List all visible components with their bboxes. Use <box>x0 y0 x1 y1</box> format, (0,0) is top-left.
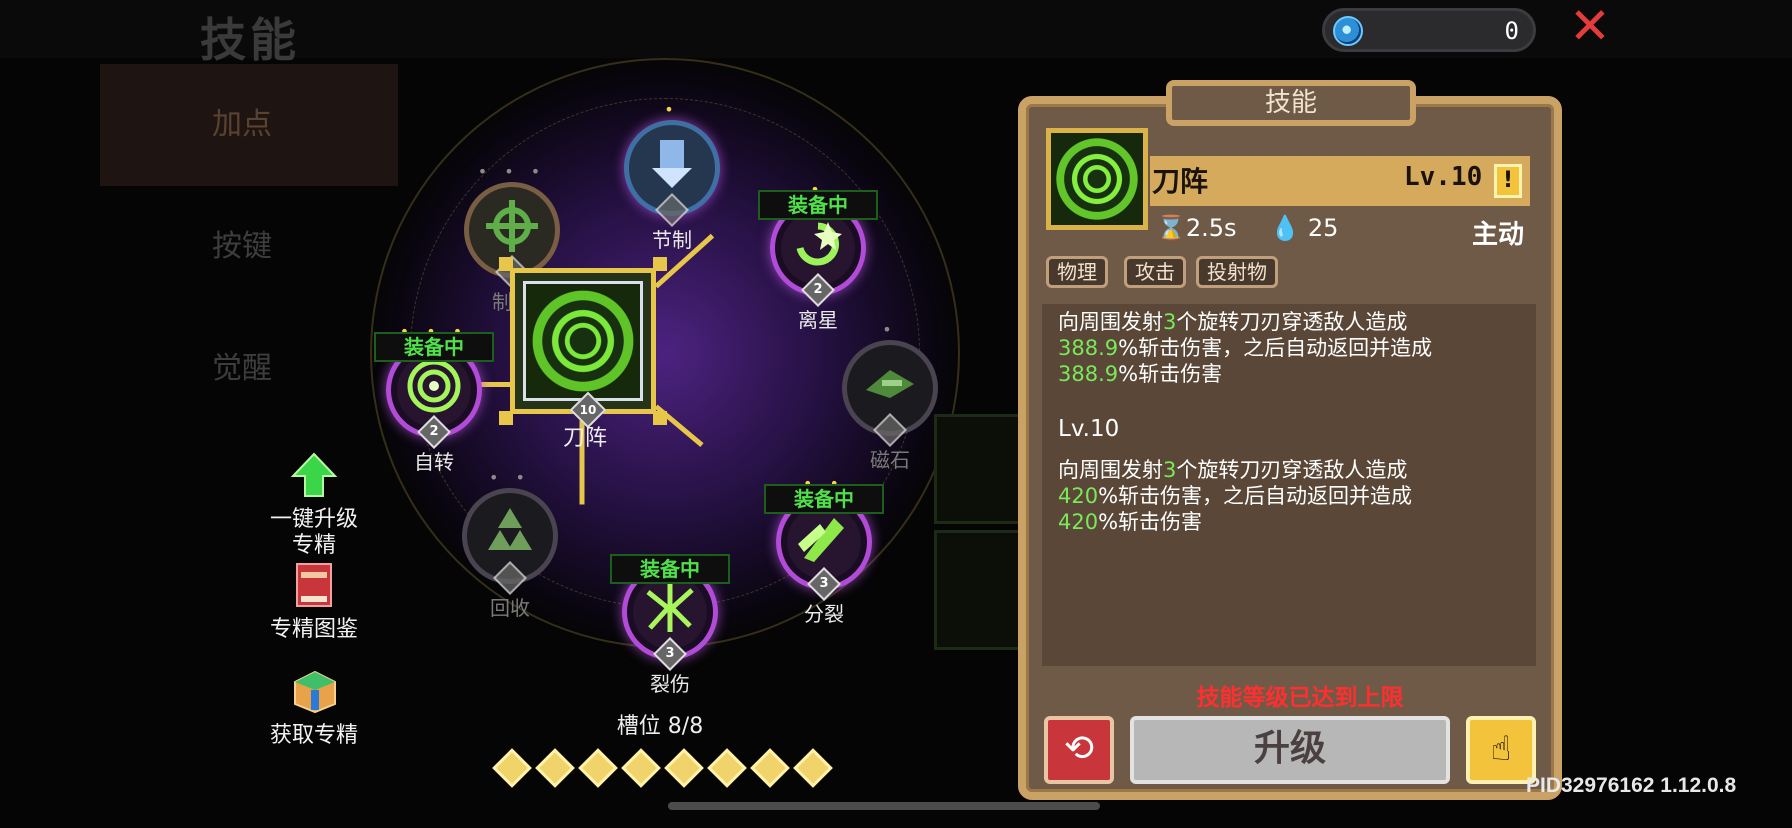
slot-gem <box>621 748 661 788</box>
split-blade-icon <box>798 518 844 562</box>
spiral-icon <box>407 359 461 413</box>
skill-type: 主动 <box>1472 220 1525 250</box>
upgrade-button[interactable]: 升级 <box>1130 716 1450 784</box>
sidebar-item-label: 按键 <box>212 229 272 264</box>
slot-gem <box>578 748 618 788</box>
sidebar: 加点 按键 觉醒 <box>100 64 398 430</box>
node-dots: • • <box>489 468 531 487</box>
slot-gem <box>707 748 747 788</box>
skill-node-rotation[interactable]: • • • 装备中 2 自转 <box>374 322 494 474</box>
equipped-badge: 装备中 <box>758 190 878 220</box>
node-dots: • <box>882 320 898 339</box>
node-dots: • <box>664 100 680 119</box>
center-skill-blade-array[interactable]: 10 <box>499 257 667 429</box>
page-title: 技能 <box>200 13 300 67</box>
tag-projectile: 投射物 <box>1196 256 1278 288</box>
refresh-icon: ⟲ <box>1063 728 1095 769</box>
skill-node-magnet[interactable]: • 磁石 <box>842 320 938 472</box>
exclamation-icon[interactable]: ! <box>1494 164 1522 198</box>
tag-physical: 物理 <box>1046 256 1108 288</box>
skill-tree: • 节制 • • • 制导 • 装备中 2 离星 • • • 装备中 2 自转 … <box>360 58 980 704</box>
orbit-star-icon <box>796 222 842 266</box>
sidebar-item-label: 加点 <box>212 107 272 142</box>
close-button[interactable]: ✕ <box>1566 1 1614 52</box>
refresh-button[interactable]: ⟲ <box>1044 716 1114 784</box>
slot-gem <box>664 748 704 788</box>
close-x-icon: ✕ <box>1569 0 1611 55</box>
down-arrow-icon <box>652 140 692 188</box>
laceration-icon <box>646 584 694 632</box>
skill-node-split[interactable]: • • 装备中 3 分裂 <box>764 474 884 626</box>
slot-gem <box>535 748 575 788</box>
node-name: 分裂 <box>804 602 844 626</box>
skill-name: 刀阵 <box>1152 165 1209 198</box>
sidebar-item-points[interactable]: 加点 <box>100 64 398 186</box>
node-name: 回收 <box>490 596 530 620</box>
node-dots: • • • <box>477 162 547 181</box>
tag-attack: 攻击 <box>1124 256 1186 288</box>
skill-node-laceration[interactable]: 装备中 3 裂伤 <box>610 554 730 696</box>
slot-count: 槽位 8/8 <box>616 714 704 739</box>
acquire-label: 获取专精 <box>269 723 358 748</box>
sidebar-item-keys[interactable]: 按键 <box>100 186 398 308</box>
node-name: 节制 <box>652 228 692 252</box>
hourglass-icon: ⌛ <box>1156 214 1186 242</box>
sidebar-item-awaken[interactable]: 觉醒 <box>100 308 398 430</box>
background-card <box>934 414 1030 524</box>
slot-gem <box>492 748 532 788</box>
skill-level: Lv.10 <box>1404 162 1483 192</box>
recycle-icon <box>488 508 532 550</box>
equipped-badge: 装备中 <box>610 554 730 584</box>
spiral-gem-icon <box>1333 16 1363 46</box>
cost-stat: 💧 25 <box>1270 214 1339 242</box>
background-card <box>934 530 1030 650</box>
skill-node-recycle[interactable]: • • 回收 <box>462 468 558 620</box>
max-level-notice: 技能等级已达到上限 <box>1196 685 1404 711</box>
next-level-label: Lv.10 <box>1058 416 1120 442</box>
magnet-blade-icon <box>866 370 914 398</box>
center-skill-name: 刀阵 <box>562 426 607 451</box>
skill-node-orbit-star[interactable]: • 装备中 2 离星 <box>758 180 878 332</box>
currency-value: 0 <box>1504 17 1519 45</box>
slot-gem <box>793 748 833 788</box>
equipped-badge: 装备中 <box>764 484 884 514</box>
slot-gems <box>488 748 848 788</box>
mana-drop-icon: 💧 <box>1270 214 1300 242</box>
gift-box-icon <box>294 670 336 714</box>
build-id: PID32976162 1.12.0.8 <box>1526 774 1737 797</box>
slot-gem <box>750 748 790 788</box>
sidebar-item-label: 觉醒 <box>212 351 272 386</box>
node-name: 裂伤 <box>650 672 690 696</box>
cooldown-stat: ⌛2.5s <box>1156 214 1237 242</box>
next-desc-line: 420%斩击伤害 <box>1058 510 1203 534</box>
finger-tap-icon: ☝ <box>1490 729 1512 769</box>
crosshair-icon <box>486 200 538 252</box>
green-up-arrow-icon <box>290 452 338 497</box>
skill-node-restraint[interactable]: • 节制 <box>624 100 720 252</box>
currency-counter: 0 <box>1322 8 1536 52</box>
equipped-badge: 装备中 <box>374 332 494 362</box>
home-indicator[interactable] <box>668 802 1100 810</box>
panel-tab: 技能 <box>1166 80 1416 126</box>
red-book-icon <box>296 563 332 607</box>
blade-array-icon <box>1046 128 1148 230</box>
desc-line: 388.9%斩击伤害 <box>1058 362 1223 386</box>
blade-array-icon <box>523 281 643 401</box>
